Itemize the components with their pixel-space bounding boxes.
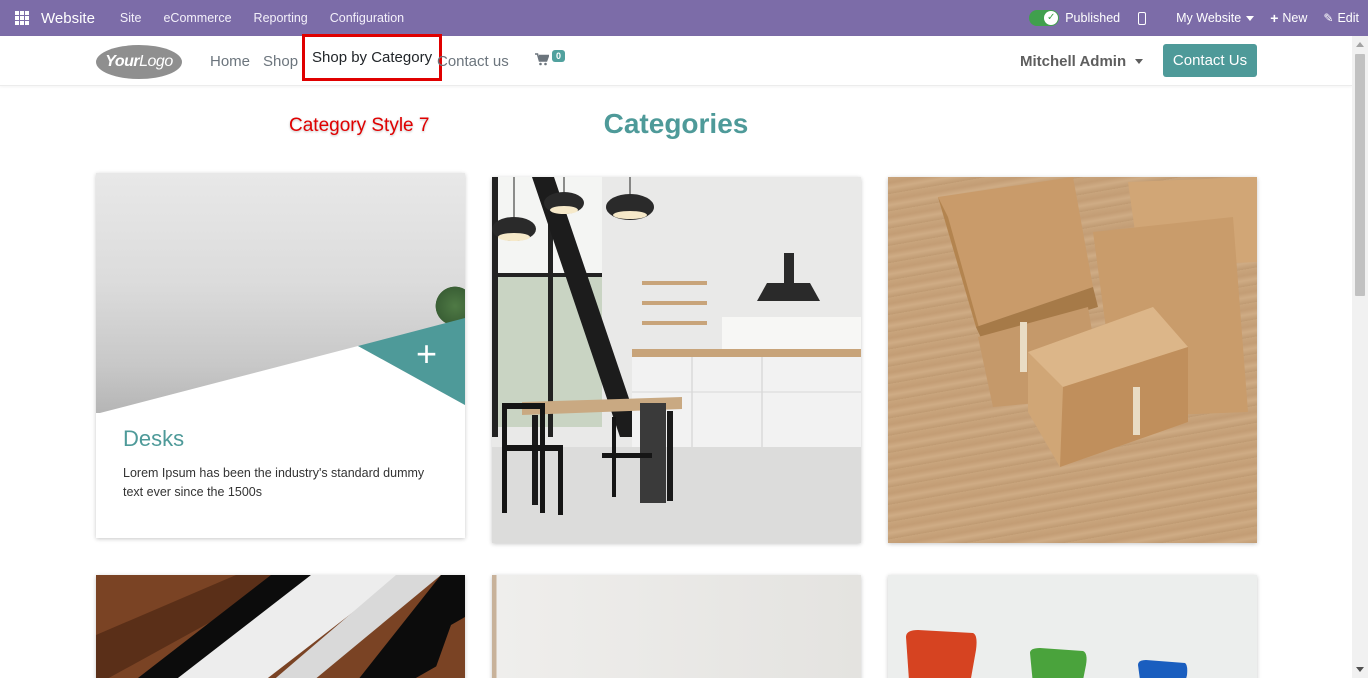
card-description: Lorem Ipsum has been the industry's stan… — [123, 466, 425, 499]
chevron-down-icon — [1135, 58, 1144, 64]
page-scrollbar[interactable] — [1352, 36, 1368, 678]
mobile-preview-button[interactable] — [1136, 11, 1160, 25]
toggle-switch[interactable]: ✓ — [1029, 10, 1060, 26]
category-card[interactable] — [96, 575, 465, 678]
nav-home[interactable]: Home — [210, 36, 250, 86]
nav-contact-us[interactable]: Contact us — [437, 36, 509, 86]
menu-configuration[interactable]: Configuration — [330, 11, 404, 25]
colorful-chairs-image — [888, 575, 1257, 678]
card-title[interactable]: Desks — [123, 426, 184, 452]
category-card[interactable] — [888, 575, 1257, 678]
category-card[interactable] — [492, 177, 861, 543]
chevron-down-icon — [1246, 15, 1255, 21]
category-card-desks[interactable]: + Desks Lorem Ipsum has been the industr… — [96, 173, 465, 538]
scroll-up-arrow-icon[interactable] — [1356, 42, 1364, 47]
page-title: Categories — [603, 108, 749, 139]
cart-icon[interactable] — [535, 53, 550, 66]
site-header: YourLogo Home Shop Shop by Category Cont… — [0, 34, 1352, 86]
bright-wall-image — [492, 575, 861, 678]
menu-reporting[interactable]: Reporting — [254, 11, 308, 25]
mobile-icon — [1138, 11, 1147, 25]
menu-site[interactable]: Site — [120, 11, 142, 25]
user-menu[interactable]: Mitchell Admin — [1020, 36, 1144, 86]
kitchen-dining-image — [492, 177, 861, 543]
user-name: Mitchell Admin — [1020, 52, 1127, 70]
cart-count-badge: 0 — [552, 50, 566, 62]
apps-grid-icon[interactable] — [15, 11, 29, 25]
nav-shop-by-category[interactable]: Shop by Category — [302, 34, 443, 81]
app-brand[interactable]: Website — [41, 10, 95, 27]
edit-label: Edit — [1337, 11, 1359, 25]
plus-icon[interactable]: + — [416, 336, 437, 372]
cardboard-boxes-image — [938, 177, 1257, 467]
edit-button[interactable]: ✎ Edit — [1323, 11, 1359, 25]
pencil-icon: ✎ — [1323, 11, 1334, 25]
wood-drawer-image — [96, 575, 465, 678]
scroll-thumb[interactable] — [1355, 54, 1365, 296]
check-icon: ✓ — [1044, 11, 1059, 25]
contact-us-button[interactable]: Contact Us — [1163, 44, 1257, 77]
site-logo[interactable]: YourLogo — [96, 45, 182, 79]
new-label: New — [1282, 11, 1308, 25]
logo-text-bold: Your — [105, 53, 140, 70]
admin-top-bar: Website Site eCommerce Reporting Configu… — [0, 0, 1368, 36]
menu-ecommerce[interactable]: eCommerce — [163, 11, 231, 25]
published-label: Published — [1065, 11, 1121, 25]
category-card[interactable] — [888, 177, 1257, 543]
my-website-label: My Website — [1176, 11, 1242, 25]
plus-icon: + — [1270, 10, 1279, 26]
new-button[interactable]: + New — [1270, 10, 1307, 26]
category-card[interactable] — [492, 575, 861, 678]
scroll-down-arrow-icon[interactable] — [1356, 667, 1364, 672]
nav-shop[interactable]: Shop — [263, 36, 298, 86]
my-website-dropdown[interactable]: My Website — [1176, 11, 1255, 25]
logo-text-light: Logo — [139, 53, 173, 70]
published-toggle[interactable]: ✓ Published — [1029, 10, 1120, 26]
